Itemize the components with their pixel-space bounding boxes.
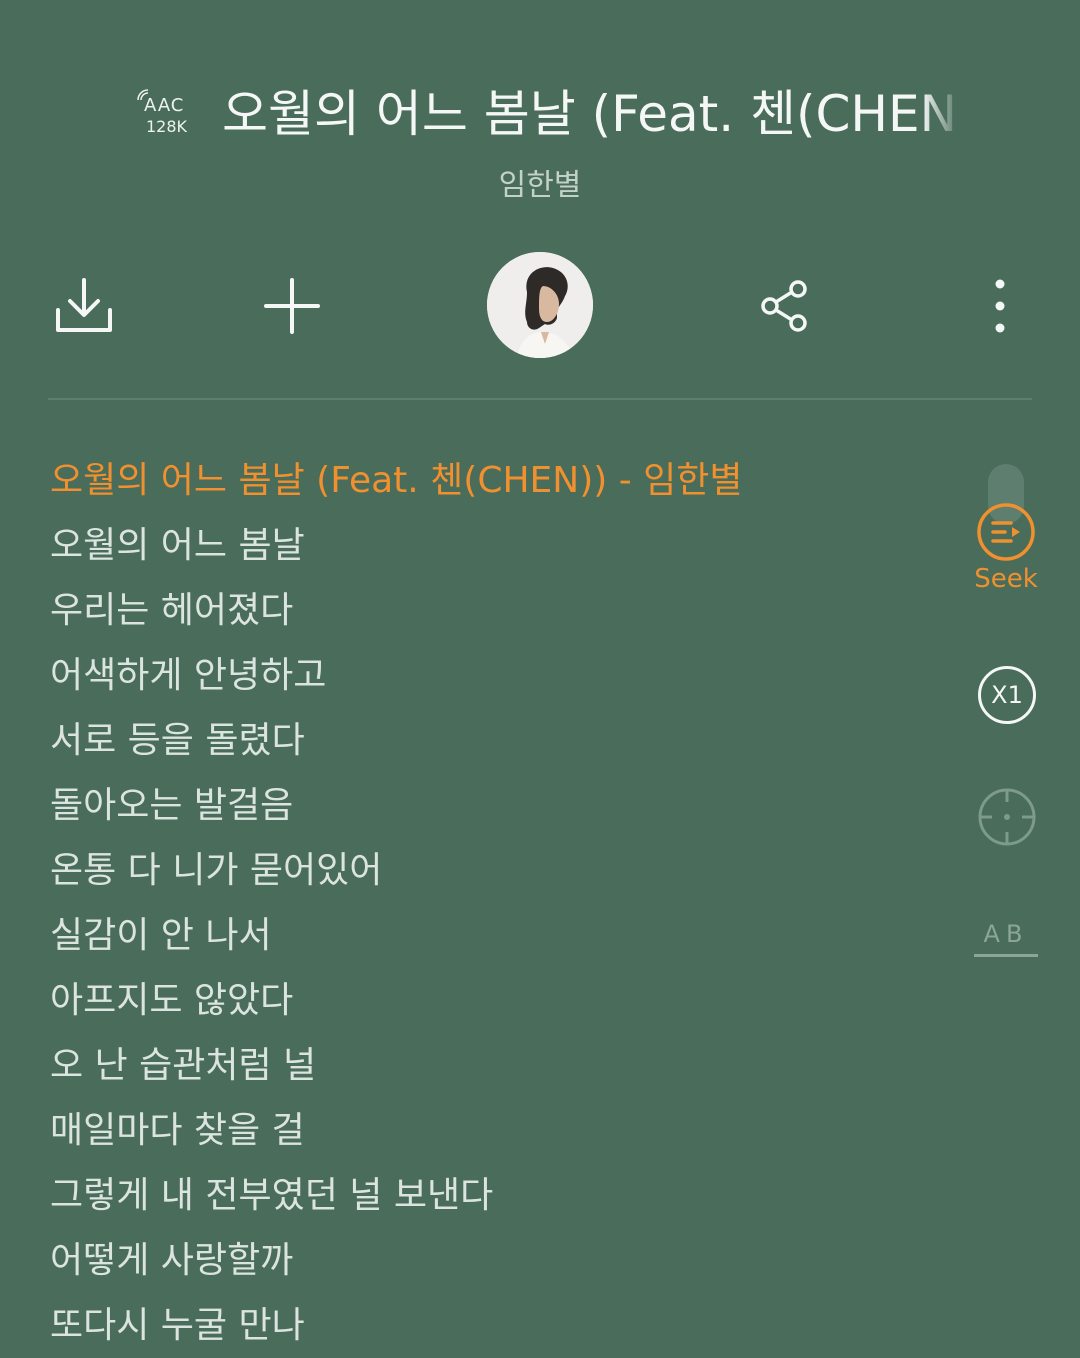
download-button[interactable] [48, 270, 120, 342]
lyric-line[interactable]: 매일마다 찾을 걸 [50, 1098, 950, 1163]
lyric-line[interactable]: 서로 등을 돌렸다 [50, 708, 950, 773]
speed-label: X1 [978, 666, 1036, 724]
lyric-line[interactable]: 오월의 어느 봄날 [50, 513, 950, 578]
bitrate-label: 128K [146, 117, 188, 136]
lyric-line[interactable]: 오 난 습관처럼 널 [50, 1033, 950, 1098]
seek-icon [977, 503, 1035, 561]
seek-button[interactable]: Seek [968, 502, 1044, 602]
download-icon [56, 278, 112, 332]
ab-repeat-underline [974, 954, 1038, 957]
playback-speed-button[interactable]: X1 [976, 664, 1036, 724]
lyric-line[interactable]: 돌아오는 발걸음 [50, 773, 950, 838]
ab-repeat-label: AB [983, 920, 1029, 948]
lyric-line[interactable]: 아프지도 않았다 [50, 968, 950, 1033]
share-button[interactable] [748, 270, 820, 342]
song-title-container: 오월의 어느 봄날 (Feat. 첸(CHEN)) [222, 78, 962, 150]
lyric-line-current[interactable]: 오월의 어느 봄날 (Feat. 첸(CHEN)) - 임한별 [50, 448, 950, 513]
lyric-line[interactable]: 실감이 안 나서 [50, 903, 950, 968]
add-to-playlist-button[interactable] [256, 270, 328, 342]
artist-photo [487, 252, 593, 358]
lyric-line[interactable]: 어떻게 사랑할까 [50, 1228, 950, 1293]
locate-current-lyric-button[interactable] [976, 786, 1038, 848]
audio-quality-badge[interactable]: AAC 128K [134, 86, 198, 140]
share-icon [761, 280, 807, 332]
artist-name[interactable]: 임한별 [0, 160, 1080, 204]
seek-label: Seek [974, 564, 1038, 594]
plus-icon [264, 278, 320, 334]
artist-avatar[interactable] [487, 252, 593, 358]
lyric-line[interactable]: 또다시 누굴 만나 [50, 1293, 950, 1358]
title-fade-overlay [922, 78, 962, 150]
lyric-line[interactable]: 그렇게 내 전부였던 널 보낸다 [50, 1163, 950, 1228]
lyric-line[interactable]: 온통 다 니가 묻어있어 [50, 838, 950, 903]
more-vertical-icon [995, 279, 1005, 333]
header-divider [48, 398, 1032, 400]
song-title: 오월의 어느 봄날 (Feat. 첸(CHEN)) [222, 85, 962, 143]
lyric-line[interactable]: 우리는 헤어졌다 [50, 578, 950, 643]
ab-repeat-button[interactable]: AB [974, 918, 1038, 962]
crosshair-icon [978, 788, 1036, 846]
more-options-button[interactable] [964, 270, 1036, 342]
lyrics-view[interactable]: 오월의 어느 봄날 (Feat. 첸(CHEN)) - 임한별 오월의 어느 봄… [50, 448, 950, 1358]
codec-label: AAC [144, 95, 185, 116]
player-header: AAC 128K 오월의 어느 봄날 (Feat. 첸(CHEN)) 임한별 [0, 0, 1080, 400]
lyric-line[interactable]: 어색하게 안녕하고 [50, 643, 950, 708]
